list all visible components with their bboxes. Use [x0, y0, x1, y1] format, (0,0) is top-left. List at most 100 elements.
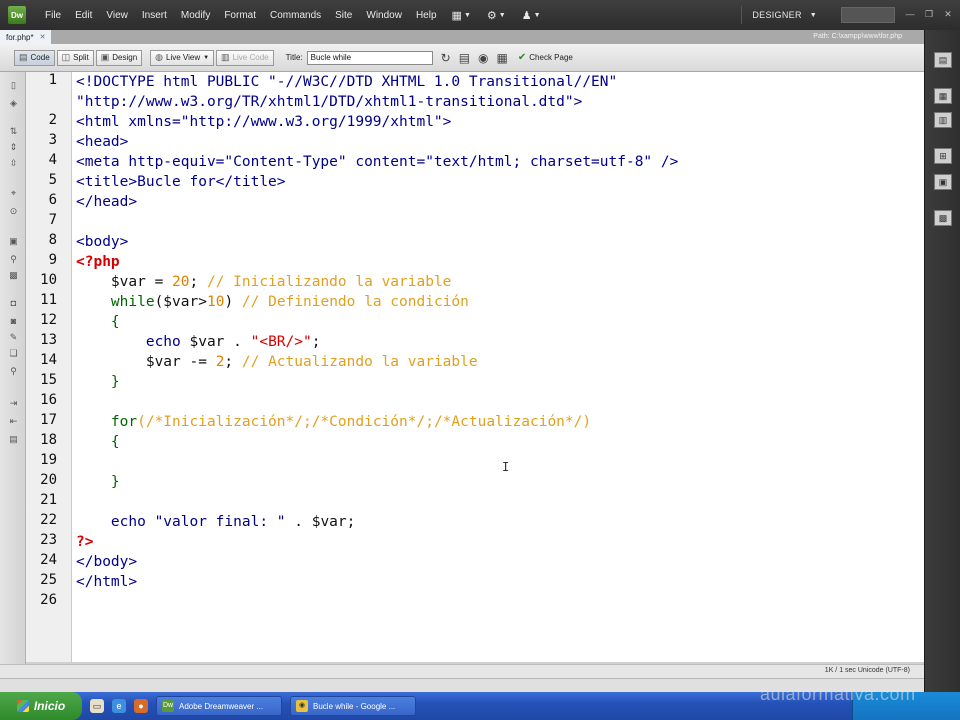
code-line-14: $var -= 2; // Actualizando la variable: [76, 352, 478, 372]
collapse-selection-icon[interactable]: ⇕: [8, 142, 19, 152]
code-comment: // Inicializando la variable: [206, 274, 452, 290]
start-button[interactable]: Inicio: [0, 692, 82, 720]
design-view-button[interactable]: ▣ Design: [95, 49, 143, 66]
outdent-code-icon[interactable]: ⇤: [8, 416, 19, 426]
menu-format[interactable]: Format: [217, 10, 263, 21]
live-code-button[interactable]: ▥ Live Code: [216, 49, 274, 66]
help-search-input[interactable]: [841, 7, 895, 23]
php-open-tag: <?php: [76, 254, 120, 270]
menu-view[interactable]: View: [99, 10, 135, 21]
indent-code-icon[interactable]: ⇥: [8, 398, 19, 408]
layout-icon: ▦: [451, 9, 462, 22]
workspace-switcher[interactable]: DESIGNER ▼: [741, 6, 827, 24]
taskbar-chrome[interactable]: ◉ Bucle while - Google ...: [290, 696, 416, 716]
code-comment: /*Actualización*/: [433, 414, 583, 430]
code-view[interactable]: ▯ ◈ ⇅ ⇕ ⇳ ⌖ ⊙ ▣ ⚲ ▩ ◘ ◙ ✎ ❑ ⚲ ⇥ ⇤ ▤ 1 2 …: [0, 72, 924, 664]
format-source-icon[interactable]: ▤: [8, 434, 19, 444]
menu-help[interactable]: Help: [409, 10, 444, 21]
live-view-button[interactable]: ◍ Live View ▼: [150, 49, 215, 66]
menu-bar: Dw File Edit View Insert Modify Format C…: [0, 0, 960, 30]
line-number: 18: [40, 432, 57, 448]
move-css-icon[interactable]: ⚲: [8, 366, 19, 376]
code-line-22: echo "valor final: " . $var;: [76, 512, 355, 532]
refresh-icon[interactable]: ↻: [441, 51, 451, 65]
balance-braces-icon[interactable]: ⊙: [8, 206, 19, 216]
line-number: 25: [40, 572, 57, 588]
code-comment: // Definiendo la condición: [241, 294, 469, 310]
code-view-button[interactable]: ▤ Code: [14, 49, 55, 66]
php-close-tag: ?>: [76, 534, 94, 550]
remove-comment-icon[interactable]: ◙: [8, 316, 19, 326]
recent-snippets-icon[interactable]: ❑: [8, 348, 19, 358]
code-editor[interactable]: <!DOCTYPE html PUBLIC "-//W3C//DTD XHTML…: [76, 72, 924, 664]
close-tab-icon[interactable]: ✕: [40, 33, 46, 41]
select-parent-tag-icon[interactable]: ⌖: [8, 188, 19, 198]
line-number: 13: [40, 332, 57, 348]
show-code-navigator-icon[interactable]: ◈: [8, 98, 19, 108]
task-label: Bucle while - Google ...: [313, 701, 396, 711]
line-numbers-icon[interactable]: ▣: [8, 236, 19, 246]
dreamweaver-window: Dw File Edit View Insert Modify Format C…: [0, 0, 960, 720]
line-number: 6: [48, 192, 57, 208]
gear-icon: ⚙: [486, 9, 497, 22]
highlight-invalid-code-icon[interactable]: ⚲: [8, 254, 19, 264]
checkmark-icon: ✔: [517, 52, 527, 63]
dreamweaver-task-icon: Dw: [162, 700, 174, 712]
globe-icon: ◍: [155, 52, 163, 62]
split-view-button[interactable]: ◫ Split: [56, 49, 94, 66]
site-menu-button[interactable]: ♟ ▼: [514, 9, 549, 22]
taskbar-dreamweaver[interactable]: Dw Adobe Dreamweaver ...: [156, 696, 282, 716]
apply-comment-icon[interactable]: ◘: [8, 298, 19, 308]
code-keyword: for: [76, 414, 138, 430]
chevron-down-icon: ▼: [463, 11, 471, 19]
code-line-11: while($var>10) // Definiendo la condició…: [76, 292, 469, 312]
restore-icon[interactable]: ❐: [922, 9, 936, 21]
minimize-icon[interactable]: —: [903, 9, 917, 21]
preview-browser-icon[interactable]: ◉: [478, 51, 488, 65]
chevron-down-icon: ▼: [203, 54, 210, 61]
open-documents-icon[interactable]: ▯: [8, 80, 19, 90]
head-open-tag: <head>: [76, 134, 129, 150]
menu-edit[interactable]: Edit: [68, 10, 99, 21]
menu-site[interactable]: Site: [328, 10, 359, 21]
line-number: 12: [40, 312, 57, 328]
menu-commands[interactable]: Commands: [263, 10, 328, 21]
snippets-panel-icon[interactable]: ▩: [934, 210, 952, 226]
document-title-input[interactable]: Bucle while: [306, 50, 433, 65]
title-label: Title:: [285, 53, 303, 62]
internet-explorer-icon[interactable]: e: [112, 699, 126, 713]
code-line-10: $var = 20; // Inicializando la variable: [76, 272, 452, 292]
syntax-error-alerts-icon[interactable]: ▩: [8, 270, 19, 280]
menu-insert[interactable]: Insert: [135, 10, 174, 21]
assets-panel-icon[interactable]: ▣: [934, 174, 952, 190]
check-page-button[interactable]: ✔ Check Page: [518, 52, 573, 63]
menu-window[interactable]: Window: [359, 10, 409, 21]
code-token: (: [137, 414, 146, 430]
files-panel-icon[interactable]: ⊞: [934, 148, 952, 164]
code-token: ($var>: [154, 294, 207, 310]
design-view-label: Design: [112, 53, 138, 62]
layout-menu-button[interactable]: ▦ ▼: [444, 9, 479, 22]
code-token: ;: [302, 414, 312, 430]
insert-panel-icon[interactable]: ▤: [934, 52, 952, 68]
code-token: $var .: [180, 334, 251, 350]
wrap-tag-icon[interactable]: ✎: [8, 332, 19, 342]
document-tab[interactable]: for.php* ✕: [0, 30, 52, 44]
extend-menu-button[interactable]: ⚙ ▼: [479, 9, 514, 22]
css-styles-icon[interactable]: ▦: [934, 88, 952, 104]
line-number: 23: [40, 532, 57, 548]
expand-all-icon[interactable]: ⇳: [8, 158, 19, 168]
firefox-icon[interactable]: ●: [134, 699, 148, 713]
file-management-icon[interactable]: ▤: [459, 51, 470, 65]
menu-file[interactable]: File: [38, 10, 68, 21]
status-bar: 1K / 1 sec Unicode (UTF-8): [0, 664, 924, 678]
menu-modify[interactable]: Modify: [174, 10, 217, 21]
collapse-tag-icon[interactable]: ⇅: [8, 126, 19, 136]
show-desktop-icon[interactable]: ▭: [90, 699, 104, 713]
ap-elements-icon[interactable]: ▥: [934, 112, 952, 128]
line-number: 22: [40, 512, 57, 528]
code-line-13: echo $var . "<BR/>";: [76, 332, 321, 352]
workspace-label: DESIGNER: [752, 10, 802, 20]
view-options-icon[interactable]: ▦: [497, 51, 508, 65]
close-icon[interactable]: ✕: [941, 9, 955, 21]
